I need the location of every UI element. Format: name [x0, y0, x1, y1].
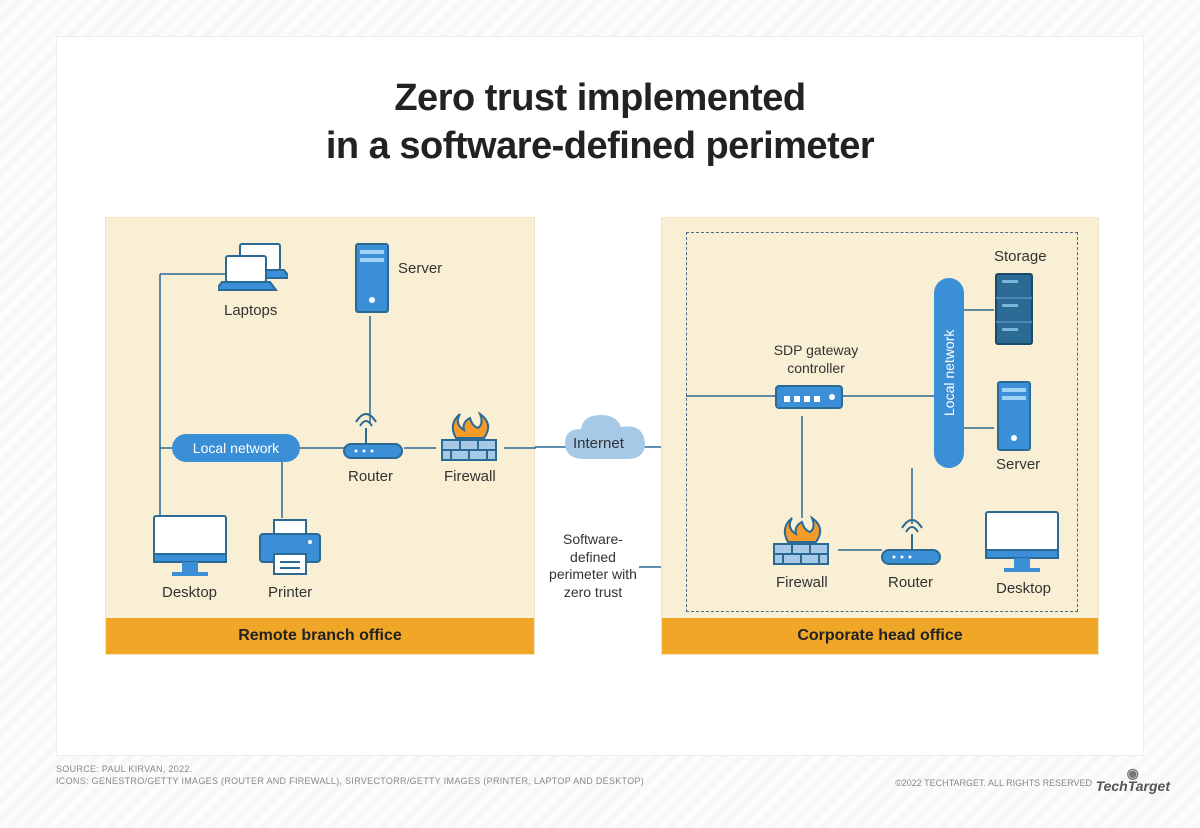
storage-icon: [994, 272, 1034, 351]
label-desktop-left: Desktop: [162, 584, 217, 601]
title-line-2: in a software-defined perimeter: [326, 125, 874, 167]
diagram-title: Zero trust implemented in a software-def…: [57, 75, 1143, 170]
footer-remote: Remote branch office: [106, 618, 534, 654]
footer-corporate: Corporate head office: [662, 618, 1098, 654]
server-icon-right: [996, 380, 1032, 457]
label-storage: Storage: [994, 248, 1047, 265]
copyright: ©2022 TECHTARGET. ALL RIGHTS RESERVED: [895, 778, 1092, 788]
sdp-gateway-icon: [774, 384, 844, 415]
logo-text: TechTarget: [1096, 778, 1170, 794]
credit-source: SOURCE: PAUL KIRVAN, 2022.: [56, 763, 644, 776]
label-firewall-right: Firewall: [776, 574, 828, 591]
server-icon: [354, 242, 390, 319]
firewall-icon-right: [768, 514, 834, 575]
diagram-card: Zero trust implemented in a software-def…: [56, 36, 1144, 756]
router-icon-right: [878, 514, 944, 577]
credit-icons: ICONS: GENESTRO/GETTY IMAGES (ROUTER AND…: [56, 775, 644, 788]
label-sdp-gateway: SDP gateway controller: [766, 342, 866, 377]
label-router-right: Router: [888, 574, 933, 591]
label-internet: Internet: [573, 435, 624, 452]
label-printer: Printer: [268, 584, 312, 601]
label-firewall-left: Firewall: [444, 468, 496, 485]
label-server-right: Server: [996, 456, 1040, 473]
title-line-1: Zero trust implemented: [394, 77, 805, 119]
firewall-icon-left: [436, 410, 502, 471]
printer-icon: [254, 516, 326, 585]
credits: SOURCE: PAUL KIRVAN, 2022. ICONS: GENEST…: [56, 763, 644, 788]
pill-local-network-right: Local network: [934, 278, 964, 468]
label-server-left: Server: [398, 260, 442, 277]
label-sdp-note: Software- defined perimeter with zero tr…: [543, 531, 643, 601]
desktop-icon-left: [150, 512, 230, 587]
desktop-icon-right: [982, 508, 1062, 583]
techtarget-logo: ◉ TechTarget: [1096, 765, 1170, 794]
laptop-icon: [218, 242, 288, 305]
router-icon-left: [340, 408, 406, 471]
label-laptops: Laptops: [224, 302, 277, 319]
label-desktop-right: Desktop: [996, 580, 1051, 597]
pill-local-network-left: Local network: [172, 434, 300, 462]
label-router-left: Router: [348, 468, 393, 485]
panel-corporate: SDP gateway controller Local network Sto…: [661, 217, 1099, 655]
panel-remote-branch: Laptops Server Local network: [105, 217, 535, 655]
